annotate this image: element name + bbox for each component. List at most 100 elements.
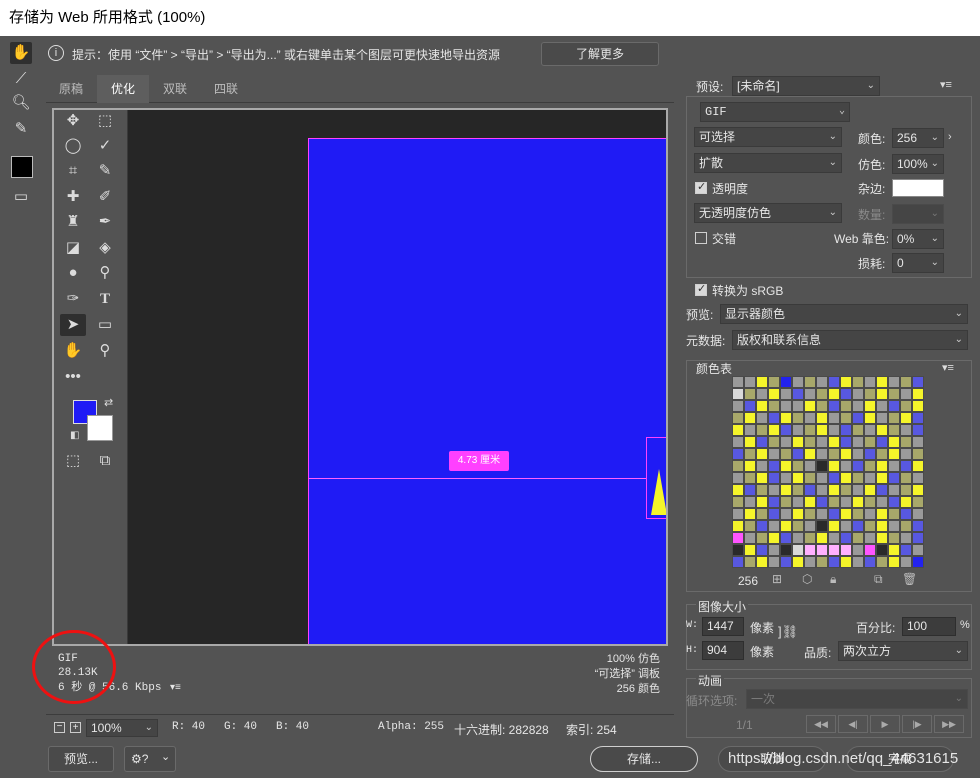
color-swatch[interactable] — [732, 520, 744, 532]
color-swatch[interactable] — [852, 376, 864, 388]
color-swatch[interactable] — [900, 496, 912, 508]
color-swatch[interactable] — [768, 376, 780, 388]
color-swatch[interactable] — [876, 424, 888, 436]
color-swatch[interactable] — [744, 508, 756, 520]
color-swatch[interactable] — [864, 376, 876, 388]
tab-4up[interactable]: 四联 — [201, 75, 251, 103]
color-swatch[interactable] — [780, 460, 792, 472]
color-swatch[interactable] — [744, 544, 756, 556]
toggle-slices-icon[interactable]: ▭ — [10, 186, 32, 208]
color-swatch[interactable] — [912, 532, 924, 544]
color-swatch[interactable] — [852, 424, 864, 436]
color-swatch[interactable] — [816, 388, 828, 400]
color-swatch[interactable] — [876, 436, 888, 448]
color-swatch[interactable] — [804, 388, 816, 400]
color-swatch[interactable] — [732, 460, 744, 472]
color-swatch[interactable] — [852, 400, 864, 412]
color-swatch[interactable] — [756, 400, 768, 412]
color-swatch[interactable] — [852, 496, 864, 508]
color-swatch[interactable] — [888, 556, 900, 568]
color-swatch[interactable] — [792, 388, 804, 400]
color-swatch[interactable] — [756, 448, 768, 460]
stamp-tool-icon[interactable]: ♜ — [62, 211, 84, 233]
color-swatch[interactable] — [888, 520, 900, 532]
color-swatch[interactable] — [816, 400, 828, 412]
color-swatch[interactable] — [744, 388, 756, 400]
color-swatch[interactable] — [912, 460, 924, 472]
color-swatch[interactable] — [888, 388, 900, 400]
lock-color-icon[interactable]: 🔒︎ — [830, 572, 836, 587]
dodge-tool-icon[interactable]: ⚲ — [94, 262, 116, 284]
color-swatch[interactable] — [852, 460, 864, 472]
quick-select-tool-icon[interactable]: ✓ — [94, 135, 116, 157]
color-swatch[interactable] — [756, 376, 768, 388]
color-swatch[interactable] — [840, 400, 852, 412]
color-swatch[interactable] — [768, 424, 780, 436]
zoom-icon[interactable]: ⚲ — [94, 340, 116, 362]
color-swatch[interactable] — [876, 532, 888, 544]
color-swatch[interactable] — [804, 496, 816, 508]
color-swatch[interactable] — [768, 556, 780, 568]
color-swatch[interactable] — [756, 508, 768, 520]
move-tool-icon[interactable]: ✥ — [62, 110, 84, 132]
color-swatch[interactable] — [852, 472, 864, 484]
color-swatch[interactable] — [828, 544, 840, 556]
first-frame-icon[interactable]: ◀◀ — [806, 715, 836, 733]
color-swatch[interactable] — [828, 532, 840, 544]
color-swatch[interactable] — [816, 472, 828, 484]
color-swatch[interactable] — [864, 400, 876, 412]
dither-select[interactable]: 扩散 ⌄ — [694, 153, 842, 173]
color-swatch[interactable] — [744, 460, 756, 472]
preview-button[interactable]: 预览... — [48, 746, 114, 772]
color-swatch[interactable] — [828, 520, 840, 532]
color-swatch[interactable] — [888, 400, 900, 412]
color-swatch[interactable] — [804, 412, 816, 424]
color-swatch[interactable] — [888, 496, 900, 508]
color-swatch[interactable] — [792, 400, 804, 412]
color-swatch[interactable] — [840, 532, 852, 544]
color-swatch[interactable] — [780, 424, 792, 436]
color-swatch[interactable] — [912, 484, 924, 496]
color-swatch[interactable] — [816, 412, 828, 424]
tab-2up[interactable]: 双联 — [150, 75, 200, 103]
color-swatch[interactable] — [732, 412, 744, 424]
last-frame-icon[interactable]: ▶▶ — [934, 715, 964, 733]
color-swatch[interactable] — [780, 544, 792, 556]
color-swatch[interactable] — [828, 448, 840, 460]
color-swatch[interactable] — [864, 424, 876, 436]
color-swatch[interactable] — [732, 508, 744, 520]
color-swatch[interactable] — [756, 532, 768, 544]
color-swatch[interactable] — [888, 532, 900, 544]
color-swatch[interactable] — [732, 532, 744, 544]
transparency-checkbox[interactable] — [695, 180, 707, 194]
color-swatch[interactable] — [804, 436, 816, 448]
color-swatch[interactable] — [876, 460, 888, 472]
color-swatch[interactable] — [756, 544, 768, 556]
color-swatch[interactable] — [840, 496, 852, 508]
color-swatch[interactable] — [864, 520, 876, 532]
color-swatch[interactable] — [780, 400, 792, 412]
color-swatch[interactable] — [852, 508, 864, 520]
color-swatch[interactable] — [828, 460, 840, 472]
lasso-tool-icon[interactable]: ◯ — [62, 135, 84, 157]
color-swatch[interactable] — [756, 388, 768, 400]
color-swatch[interactable] — [900, 424, 912, 436]
crop-tool-icon[interactable]: ⌗ — [62, 160, 84, 182]
hand-icon[interactable]: ✋ — [62, 340, 84, 362]
color-swatch[interactable] — [900, 460, 912, 472]
color-swatch[interactable] — [828, 412, 840, 424]
color-swatch[interactable] — [768, 484, 780, 496]
color-swatch[interactable] — [744, 472, 756, 484]
color-swatch[interactable] — [756, 472, 768, 484]
zoom-in-icon[interactable]: + — [70, 722, 81, 733]
color-swatch[interactable] — [912, 400, 924, 412]
color-swatch[interactable] — [840, 544, 852, 556]
color-swatch[interactable] — [756, 436, 768, 448]
color-swatch[interactable] — [864, 508, 876, 520]
color-swatch[interactable] — [780, 376, 792, 388]
color-swatch[interactable] — [900, 508, 912, 520]
matte-swatch[interactable] — [892, 179, 944, 197]
color-swatch[interactable] — [828, 484, 840, 496]
color-swatch[interactable] — [828, 436, 840, 448]
color-swatch[interactable] — [732, 484, 744, 496]
